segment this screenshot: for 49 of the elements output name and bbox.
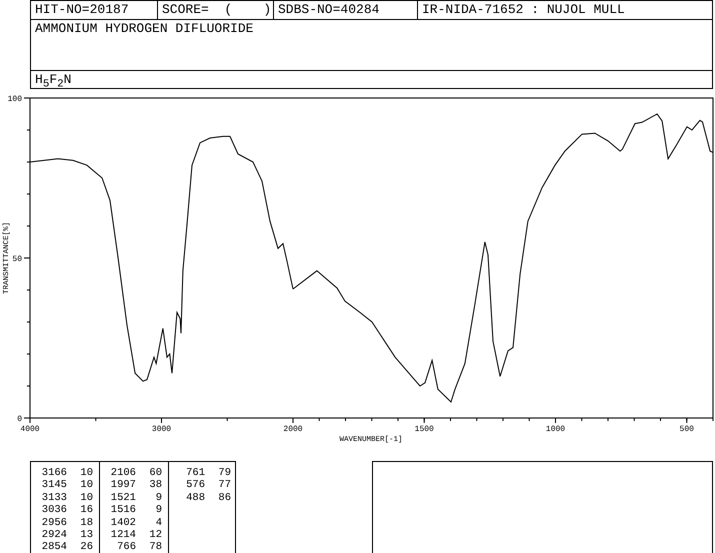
- peak-wavenumber: 2924: [40, 529, 67, 542]
- y-tick-label: 50: [12, 255, 22, 264]
- y-tick-label: 100: [8, 95, 22, 104]
- peak-transmittance: 10: [79, 467, 93, 480]
- compound-name: AMMONIUM HYDROGEN DIFLUORIDE: [35, 21, 254, 36]
- peak-transmittance: 9: [154, 504, 162, 517]
- peak-transmittance: 9: [154, 492, 162, 504]
- peak-wavenumber: 1997: [110, 479, 136, 492]
- peak-transmittance: 79: [217, 467, 231, 480]
- x-tick-label: 1500: [414, 425, 434, 434]
- peak-wavenumber: 1402: [110, 516, 136, 530]
- peak-transmittance: 60: [148, 467, 162, 480]
- molecular-formula: H$_{5}$F$_{2}$N: [35, 72, 72, 87]
- peak-wavenumber: 3145: [40, 479, 67, 492]
- peak-wavenumber: 761: [185, 467, 205, 480]
- peak-wavenumber: 488: [185, 492, 205, 504]
- peak-wavenumber: 2106: [110, 467, 136, 480]
- peak-wavenumber: 766: [116, 541, 136, 553]
- sdbs-number: SDBS-NO=40284: [274, 1, 418, 19]
- peak-transmittance: 26: [79, 541, 93, 553]
- peak-wavenumber: 3036: [40, 504, 67, 517]
- peak-wavenumber: 1521: [110, 492, 136, 504]
- peak-wavenumber: 1214: [110, 529, 136, 542]
- hit-number: HIT-NO=20187: [31, 1, 158, 19]
- peak-transmittance: 78: [148, 541, 162, 553]
- x-tick-label: 3000: [152, 425, 172, 434]
- peak-transmittance: 77: [217, 479, 231, 492]
- x-tick-label: 4000: [20, 425, 40, 434]
- score: SCORE= ( ): [158, 1, 274, 19]
- peak-wavenumber: 576: [185, 479, 205, 492]
- peak-wavenumber: 3133: [40, 492, 67, 504]
- y-tick-label: 0: [17, 415, 22, 424]
- peak-transmittance: 86: [217, 492, 231, 504]
- peak-wavenumber: 2956: [40, 516, 67, 530]
- peak-wavenumber: 3166: [40, 467, 67, 480]
- x-tick-label: 2000: [283, 425, 303, 434]
- peak-wavenumber: 2854: [40, 541, 67, 553]
- peak-transmittance: 13: [79, 529, 93, 542]
- peak-transmittance: 16: [79, 504, 93, 517]
- x-tick-label: 500: [680, 425, 694, 434]
- peak-wavenumber: 1516: [110, 504, 136, 517]
- peak-transmittance: 12: [148, 529, 162, 542]
- x-tick-label: 1000: [546, 425, 566, 434]
- peak-transmittance: 10: [79, 492, 93, 504]
- peak-transmittance: 18: [79, 516, 93, 530]
- measurement-method: IR-NIDA-71652 : NUJOL MULL: [421, 1, 626, 19]
- peak-transmittance: 38: [148, 479, 162, 492]
- peak-transmittance: 10: [79, 479, 93, 492]
- peak-transmittance: 4: [154, 516, 162, 530]
